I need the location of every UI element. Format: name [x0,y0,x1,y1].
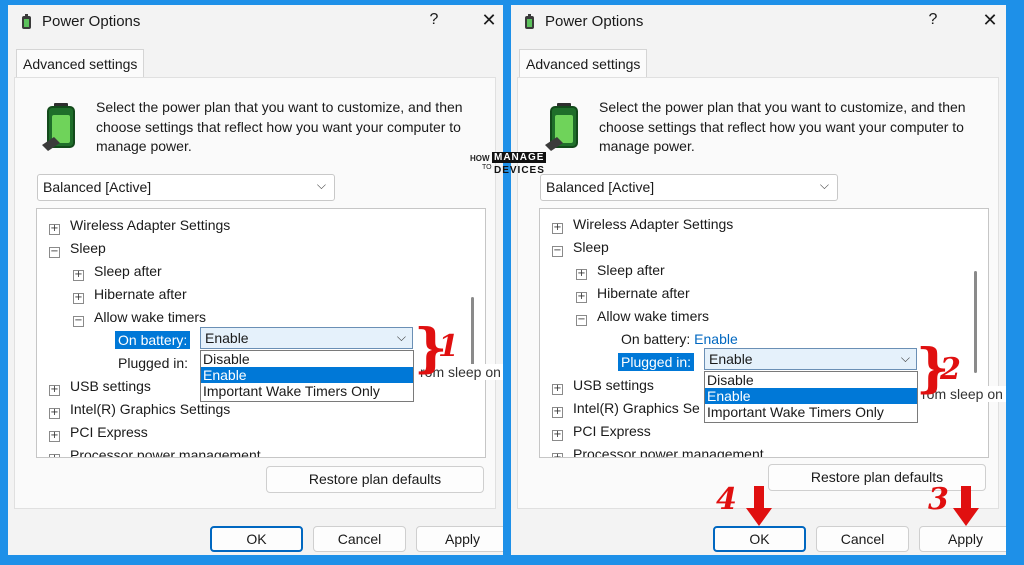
tree-item-wireless[interactable]: + Wireless Adapter Settings [49,214,230,236]
tab-advanced-settings[interactable]: Advanced settings [16,49,144,77]
battery-plan-icon [42,103,75,151]
expand-icon[interactable]: + [49,454,60,457]
expand-icon[interactable]: + [49,431,60,442]
annotation-step-2: 2 [940,352,961,387]
cancel-button[interactable]: Cancel [816,526,909,552]
tree-item-sleep-after[interactable]: + Sleep after [73,260,162,282]
option-disable[interactable]: Disable [201,351,413,367]
tree-item-allow-wake-timers[interactable]: − Allow wake timers [73,306,206,328]
tree-scrollbar[interactable] [974,271,977,373]
power-plan-select[interactable]: Balanced [Active] ⌵ [37,174,335,201]
tree-item-sleep[interactable]: − Sleep [49,237,106,259]
power-options-app-icon [22,14,31,29]
apply-button[interactable]: Apply [416,526,503,552]
expand-icon[interactable]: + [576,292,587,303]
tree-item-on-battery[interactable]: On battery: Enable [621,328,738,350]
window-title: Power Options [545,13,644,30]
tree-scrollbar[interactable] [471,297,474,367]
tree-item-processor-power[interactable]: +Processor power management [49,444,261,457]
plugged-in-combobox[interactable]: Enable ⌵ [704,348,917,370]
collapse-icon[interactable]: − [49,247,60,258]
annotation-arrow-down-icon [746,486,772,526]
description-text: Select the power plan that you want to c… [599,99,966,154]
expand-icon[interactable]: + [552,407,563,418]
expand-icon[interactable]: + [552,453,563,457]
tree-item-processor-power[interactable]: +Processor power management [552,443,764,457]
tree-item-intel-graphics[interactable]: + Intel(R) Graphics Se [552,397,700,419]
close-button[interactable]: ✕ [478,10,500,32]
expand-icon[interactable]: + [552,384,563,395]
collapse-icon[interactable]: − [576,315,587,326]
power-plan-value: Balanced [Active] [43,179,152,195]
tree-item-wireless[interactable]: + Wireless Adapter Settings [552,213,733,235]
on-battery-value-link[interactable]: Enable [694,331,738,347]
chevron-down-icon: ⌵ [396,330,406,344]
battery-plan-icon [545,103,578,151]
expand-icon[interactable]: + [49,385,60,396]
annotation-step-4: 4 [716,482,737,517]
option-disable[interactable]: Disable [705,372,917,388]
help-button[interactable]: ? [923,11,943,31]
annotation-arrow-down-icon [953,486,979,526]
wake-timer-dropdown[interactable]: Disable Enable Important Wake Timers Onl… [200,350,414,402]
option-important-wake-timers-only[interactable]: Important Wake Timers Only [705,404,917,420]
tab-advanced-settings[interactable]: Advanced settings [519,49,647,77]
tree-item-sleep[interactable]: − Sleep [552,236,609,258]
chevron-down-icon: ⌵ [316,178,326,192]
expand-icon[interactable]: + [73,270,84,281]
help-button[interactable]: ? [424,11,444,31]
cancel-button[interactable]: Cancel [313,526,406,552]
expand-icon[interactable]: + [576,269,587,280]
power-options-dialog-right: Power Options ? ✕ Advanced settings Sele… [511,5,1006,555]
combobox-value: Enable [205,330,249,346]
combobox-value: Enable [709,351,753,367]
expand-icon[interactable]: + [552,223,563,234]
title-bar: Power Options ? ✕ [511,5,1006,38]
tree-item-hibernate-after[interactable]: + Hibernate after [576,282,690,304]
tree-item-usb-settings[interactable]: + USB settings [49,375,151,397]
tree-item-sleep-after[interactable]: + Sleep after [576,259,665,281]
tree-item-hibernate-after[interactable]: + Hibernate after [73,283,187,305]
tree-item-on-battery[interactable]: On battery: [115,329,191,351]
window-title: Power Options [42,13,141,30]
expand-icon[interactable]: + [552,430,563,441]
tree-item-allow-wake-timers[interactable]: − Allow wake timers [576,305,709,327]
option-important-wake-timers-only[interactable]: Important Wake Timers Only [201,383,413,399]
on-battery-combobox[interactable]: Enable ⌵ [200,327,413,349]
tree-item-plugged-in[interactable]: Plugged in: [118,352,188,374]
wake-timer-dropdown[interactable]: Disable Enable Important Wake Timers Onl… [704,371,918,423]
expand-icon[interactable]: + [49,224,60,235]
annotation-step-3: 3 [928,482,949,517]
option-enable[interactable]: Enable [201,367,413,383]
option-enable[interactable]: Enable [705,388,917,404]
ok-button[interactable]: OK [713,526,806,552]
power-options-app-icon [525,14,534,29]
power-options-dialog-left: Power Options ? ✕ Advanced settings Sele… [8,5,503,555]
annotation-step-1: 1 [438,329,459,364]
collapse-icon[interactable]: − [73,316,84,327]
power-plan-value: Balanced [Active] [546,179,655,195]
expand-icon[interactable]: + [73,293,84,304]
title-bar: Power Options ? ✕ [8,5,503,38]
collapse-icon[interactable]: − [552,246,563,257]
chevron-down-icon: ⌵ [819,178,829,192]
tree-item-pci-express[interactable]: + PCI Express [49,421,148,443]
close-button[interactable]: ✕ [979,10,1001,32]
tree-item-pci-express[interactable]: + PCI Express [552,420,651,442]
apply-button[interactable]: Apply [919,526,1006,552]
how-to-manage-devices-logo: HOW TO MANAGE DEVICES [470,152,547,176]
power-plan-select[interactable]: Balanced [Active] ⌵ [540,174,838,201]
description-text: Select the power plan that you want to c… [96,99,463,154]
expand-icon[interactable]: + [49,408,60,419]
restore-plan-defaults-button[interactable]: Restore plan defaults [266,466,484,493]
chevron-down-icon: ⌵ [900,351,910,365]
tree-item-plugged-in[interactable]: Plugged in: [618,351,695,373]
tree-item-usb-settings[interactable]: + USB settings [552,374,654,396]
ok-button[interactable]: OK [210,526,303,552]
